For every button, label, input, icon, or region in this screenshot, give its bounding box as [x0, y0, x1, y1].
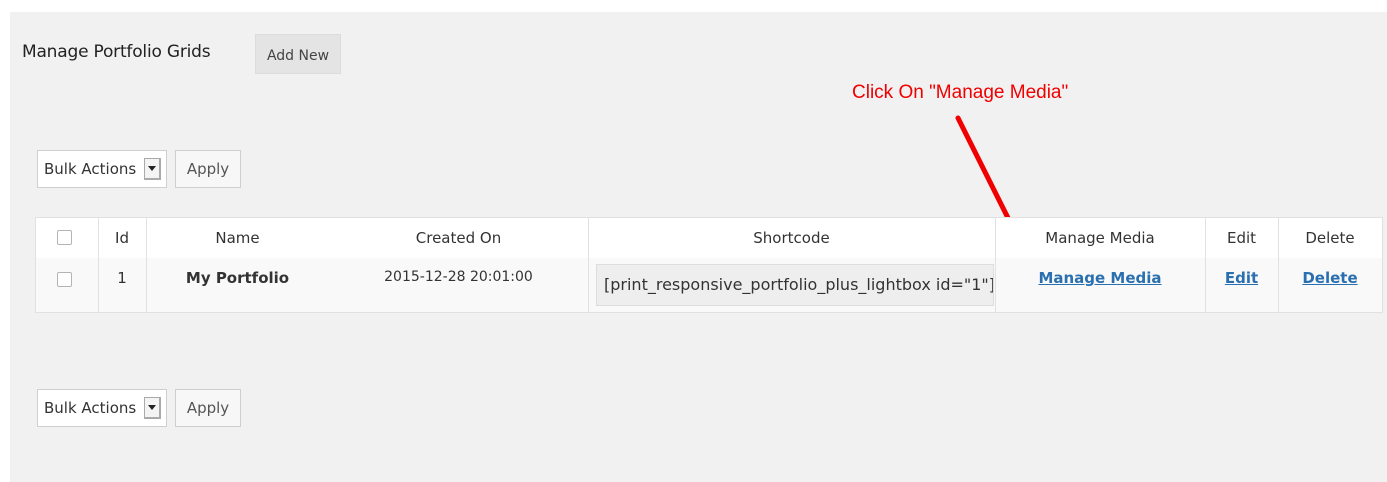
column-header-created-on[interactable]: Created On — [329, 229, 588, 247]
select-all-checkbox[interactable] — [57, 230, 72, 245]
manage-media-link[interactable]: Manage Media — [995, 269, 1205, 287]
bulk-actions-label: Bulk Actions — [44, 160, 137, 178]
add-new-button[interactable]: Add New — [255, 34, 341, 74]
column-header-shortcode: Shortcode — [753, 229, 830, 247]
portfolio-table: Id Name Created On Shortcode Manage Medi… — [35, 217, 1383, 313]
apply-button-top[interactable]: Apply — [175, 150, 241, 188]
apply-button-bottom[interactable]: Apply — [175, 389, 241, 427]
column-header-id[interactable]: Id — [98, 229, 146, 247]
row-id: 1 — [117, 269, 127, 287]
row-name: My Portfolio — [185, 269, 290, 287]
shortcode-field[interactable]: [print_responsive_portfolio_plus_lightbo… — [596, 264, 994, 306]
chevron-down-icon — [144, 158, 161, 180]
row-created-on: 2015-12-28 20:01:00 — [384, 269, 533, 285]
row-checkbox[interactable] — [57, 272, 72, 287]
bulk-actions-label: Bulk Actions — [44, 399, 137, 417]
column-header-edit: Edit — [1226, 229, 1257, 247]
delete-link[interactable]: Delete — [1278, 269, 1382, 287]
page-title: Manage Portfolio Grids — [22, 42, 211, 62]
column-header-delete: Delete — [1305, 229, 1355, 247]
column-header-name[interactable]: Name — [146, 229, 329, 247]
bulk-actions-select-top[interactable]: Bulk Actions — [37, 150, 167, 188]
column-header-manage-media: Manage Media — [1045, 229, 1155, 247]
chevron-down-icon — [144, 397, 161, 419]
bulk-actions-select-bottom[interactable]: Bulk Actions — [37, 389, 167, 427]
edit-link[interactable]: Edit — [1205, 269, 1278, 287]
annotation-text: Click On "Manage Media" — [852, 82, 1069, 103]
